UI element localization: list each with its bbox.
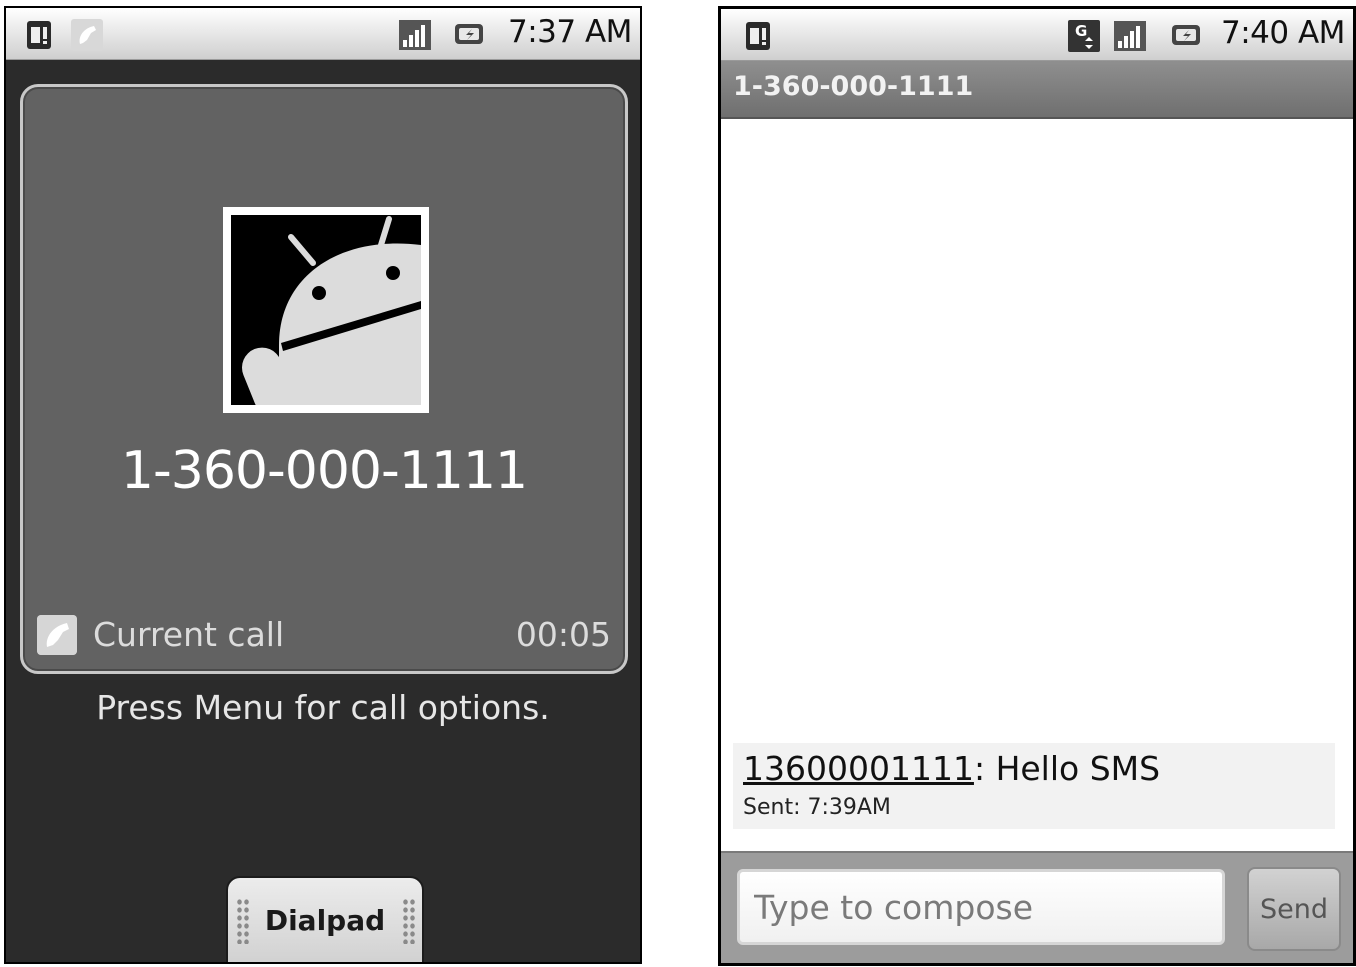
battery-icon [1172,25,1200,45]
data-g-icon: G [1068,20,1100,52]
dialpad-button[interactable]: Dialpad [226,876,424,962]
message-sent-time: Sent: 7:39AM [743,795,891,820]
status-time: 7:37 AM [508,14,632,50]
svg-text:G: G [1075,22,1087,40]
sms-screen: G 7:40 AM 1-360-000-1111 13600001111: He… [718,6,1356,966]
battery-icon [455,24,483,44]
send-button[interactable]: Send [1247,867,1341,951]
message-body: Hello SMS [985,749,1161,788]
dialpad-label: Dialpad [264,904,386,937]
status-time: 7:40 AM [1221,15,1345,51]
call-options-hint: Press Menu for call options. [96,688,550,727]
conversation-title: 1-360-000-1111 [733,71,974,102]
call-status-row: Current call 00:05 [37,613,611,657]
message-separator: : [973,749,986,788]
compose-input[interactable] [737,869,1225,945]
compose-bar: Send [721,851,1353,963]
message-item[interactable]: 13600001111: Hello SMS Sent: 7:39AM [733,743,1335,829]
status-bar: 7:37 AM [6,8,640,60]
phone-active-icon [71,19,103,51]
call-card: 1-360-000-1111 Current call 00:05 [20,84,628,674]
phone-active-icon [37,615,77,655]
in-call-screen: 7:37 AM 1-360-000-1111 Current call 00:0… [4,6,642,964]
caller-number: 1-360-000-1111 [120,441,528,501]
signal-icon [399,20,431,50]
call-status-label: Current call [93,615,285,654]
conversation-title-bar: 1-360-000-1111 [721,61,1353,119]
signal-icon [1114,21,1146,51]
caller-photo [223,207,429,413]
grip-right-icon [402,898,416,944]
call-timer: 00:05 [515,615,611,654]
sim-alert-icon [27,21,51,49]
android-robot-icon [231,215,421,405]
message-sender-link[interactable]: 13600001111 [743,749,974,788]
sim-alert-icon [746,22,770,50]
status-bar: G 7:40 AM [721,9,1353,61]
message-line: 13600001111: Hello SMS [743,749,1160,788]
